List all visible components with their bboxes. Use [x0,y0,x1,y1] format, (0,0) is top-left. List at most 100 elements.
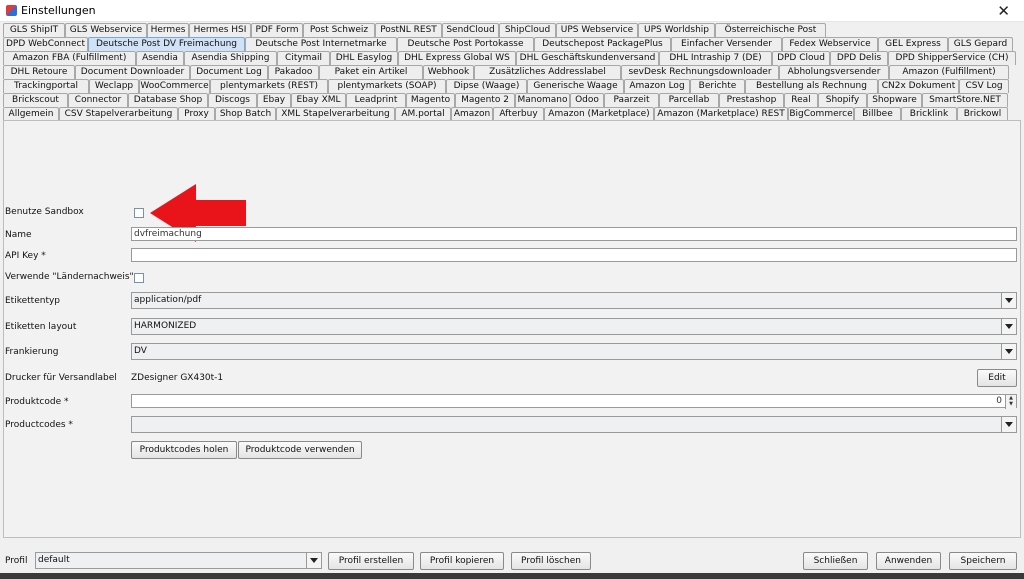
tab-paket-ein-artikel[interactable]: Paket ein Artikel [319,65,423,79]
tab-dhl-express-global-ws[interactable]: DHL Express Global WS [398,51,516,65]
produktcode-spinner[interactable]: 0 ▲ ▼ [131,394,1017,409]
tab-smartstore-net[interactable]: SmartStore.NET [922,93,1008,107]
tab-postnl-rest[interactable]: PostNL REST [375,23,442,37]
tab-shopware[interactable]: Shopware [867,93,922,107]
sandbox-checkbox[interactable] [134,208,144,218]
tab-einfacher-versender[interactable]: Einfacher Versender [671,37,782,51]
tab-shopify[interactable]: Shopify [818,93,867,107]
tab-gel-express[interactable]: GEL Express [878,37,948,51]
layout-select[interactable]: HARMONIZED [131,318,1017,335]
tab-dpd-webconnect[interactable]: DPD WebConnect [3,37,88,51]
tab-generische-waage[interactable]: Generische Waage [527,79,624,93]
tab-dipse-waage[interactable]: Dipse (Waage) [446,79,527,93]
tab-manomano[interactable]: Manomano [515,93,570,107]
tab-abholungsversender[interactable]: Abholungsversender [779,65,889,79]
tab-berichte[interactable]: Berichte [690,79,745,93]
tab-magento[interactable]: Magento [406,93,455,107]
tab-dpd-delis[interactable]: DPD Delis [830,51,888,65]
tab-document-downloader[interactable]: Document Downloader [75,65,190,79]
tab-dpd-cloud[interactable]: DPD Cloud [772,51,830,65]
tab-ebay-xml[interactable]: Ebay XML [291,93,346,107]
tab-real[interactable]: Real [784,93,818,107]
tab-magento-2[interactable]: Magento 2 [455,93,515,107]
tab-proxy[interactable]: Proxy [178,107,215,121]
produktcode-verwenden-button[interactable]: Produktcode verwenden [238,441,362,459]
tab-österreichische-post[interactable]: Österreichische Post [715,23,826,37]
apikey-field[interactable] [131,248,1017,262]
tab-ups-worldship[interactable]: UPS Worldship [638,23,715,37]
profil-kopieren-button[interactable]: Profil kopieren [420,552,504,570]
productcodes-select[interactable] [131,416,1017,433]
speichern-button[interactable]: Speichern [949,552,1017,570]
tab-brickowl[interactable]: Brickowl [957,107,1008,121]
name-field[interactable]: dvfreimachung [131,227,1017,241]
tab-plentymarkets-rest[interactable]: plentymarkets (REST) [210,79,328,93]
tab-hermes-hsi[interactable]: Hermes HSI [189,23,251,37]
tab-allgemein[interactable]: Allgemein [3,107,59,121]
tab-weclapp[interactable]: Weclapp [89,79,139,93]
laendernachweis-checkbox[interactable] [134,273,144,283]
tab-amazon-log[interactable]: Amazon Log [624,79,690,93]
etikettentyp-select[interactable]: application/pdf [131,292,1017,309]
tab-gls-gepard[interactable]: GLS Gepard [948,37,1013,51]
tab-deutsche-post-internetmarke[interactable]: Deutsche Post Internetmarke [245,37,397,51]
tab-deutsche-post-dv-freimachung[interactable]: Deutsche Post DV Freimachung [88,37,245,51]
tab-leadprint[interactable]: Leadprint [346,93,406,107]
close-icon[interactable]: ✕ [997,2,1010,20]
tab-bestellung-als-rechnung[interactable]: Bestellung als Rechnung [745,79,878,93]
chevron-down-icon[interactable] [306,553,321,568]
tab-amazon-marketplace[interactable]: Amazon (Marketplace) [544,107,654,121]
tab-gls-webservice[interactable]: GLS Webservice [65,23,147,37]
tab-zusätzliches-addresslabel[interactable]: Zusätzliches Addresslabel [474,65,621,79]
tab-ups-webservice[interactable]: UPS Webservice [556,23,638,37]
tab-database-shop[interactable]: Database Shop [128,93,208,107]
profil-select[interactable]: default [35,552,322,569]
tab-dpd-shipperservice-ch[interactable]: DPD ShipperService (CH) [888,51,1016,65]
tab-amazon-marketplace-rest[interactable]: Amazon (Marketplace) REST [654,107,788,121]
tab-gls-shipit[interactable]: GLS ShipIT [3,23,65,37]
tab-odoo[interactable]: Odoo [570,93,604,107]
tab-shop-batch[interactable]: Shop Batch [215,107,276,121]
tab-shipcloud[interactable]: ShipCloud [499,23,556,37]
tab-paarzeit[interactable]: Paarzeit [604,93,659,107]
tab-dhl-easylog[interactable]: DHL Easylog [330,51,398,65]
tab-asendia-shipping[interactable]: Asendia Shipping [184,51,277,65]
tab-woocommerce[interactable]: WooCommerce [139,79,210,93]
tab-citymail[interactable]: Citymail [277,51,330,65]
tab-pakadoo[interactable]: Pakadoo [268,65,319,79]
tab-sevdesk-rechnungsdownloader[interactable]: sevDesk Rechnungsdownloader [621,65,779,79]
produktcodes-holen-button[interactable]: Produktcodes holen [131,441,237,459]
tab-ebay[interactable]: Ebay [257,93,291,107]
profil-loeschen-button[interactable]: Profil löschen [511,552,591,570]
chevron-down-icon[interactable] [1001,344,1016,359]
tab-am-portal[interactable]: AM.portal [395,107,451,121]
tab-xml-stapelverarbeitung[interactable]: XML Stapelverarbeitung [276,107,395,121]
tab-trackingportal[interactable]: Trackingportal [3,79,89,93]
chevron-down-icon[interactable] [1001,293,1016,308]
chevron-down-icon[interactable] [1001,319,1016,334]
tab-bigcommerce[interactable]: BigCommerce [788,107,854,121]
tab-discogs[interactable]: Discogs [208,93,257,107]
schliessen-button[interactable]: Schließen [803,552,868,570]
frankierung-select[interactable]: DV [131,343,1017,360]
tab-amazon-fba-fulfillment[interactable]: Amazon FBA (Fulfillment) [3,51,136,65]
tab-webhook[interactable]: Webhook [423,65,474,79]
tab-csv-stapelverarbeitung[interactable]: CSV Stapelverarbeitung [59,107,178,121]
tab-csv-log[interactable]: CSV Log [959,79,1009,93]
spinner-arrows-icon[interactable]: ▲ ▼ [1005,395,1016,409]
tab-cn2x-dokument[interactable]: CN2x Dokument [878,79,959,93]
tab-dhl-intraship-7-de[interactable]: DHL Intraship 7 (DE) [659,51,772,65]
tab-document-log[interactable]: Document Log [190,65,268,79]
profil-erstellen-button[interactable]: Profil erstellen [328,552,414,570]
tab-asendia[interactable]: Asendia [136,51,184,65]
tab-connector[interactable]: Connector [68,93,128,107]
tab-billbee[interactable]: Billbee [854,107,901,121]
tab-amazon-fulfillment[interactable]: Amazon (Fulfillment) [889,65,1009,79]
tab-prestashop[interactable]: Prestashop [719,93,784,107]
tab-hermes[interactable]: Hermes [147,23,189,37]
tab-post-schweiz[interactable]: Post Schweiz [303,23,375,37]
tab-dhl-geschäftskundenversand[interactable]: DHL Geschäftskundenversand [516,51,659,65]
tab-bricklink[interactable]: Bricklink [901,107,957,121]
tab-deutschepost-packageplus[interactable]: Deutschepost PackagePlus [534,37,671,51]
tab-fedex-webservice[interactable]: Fedex Webservice [782,37,878,51]
